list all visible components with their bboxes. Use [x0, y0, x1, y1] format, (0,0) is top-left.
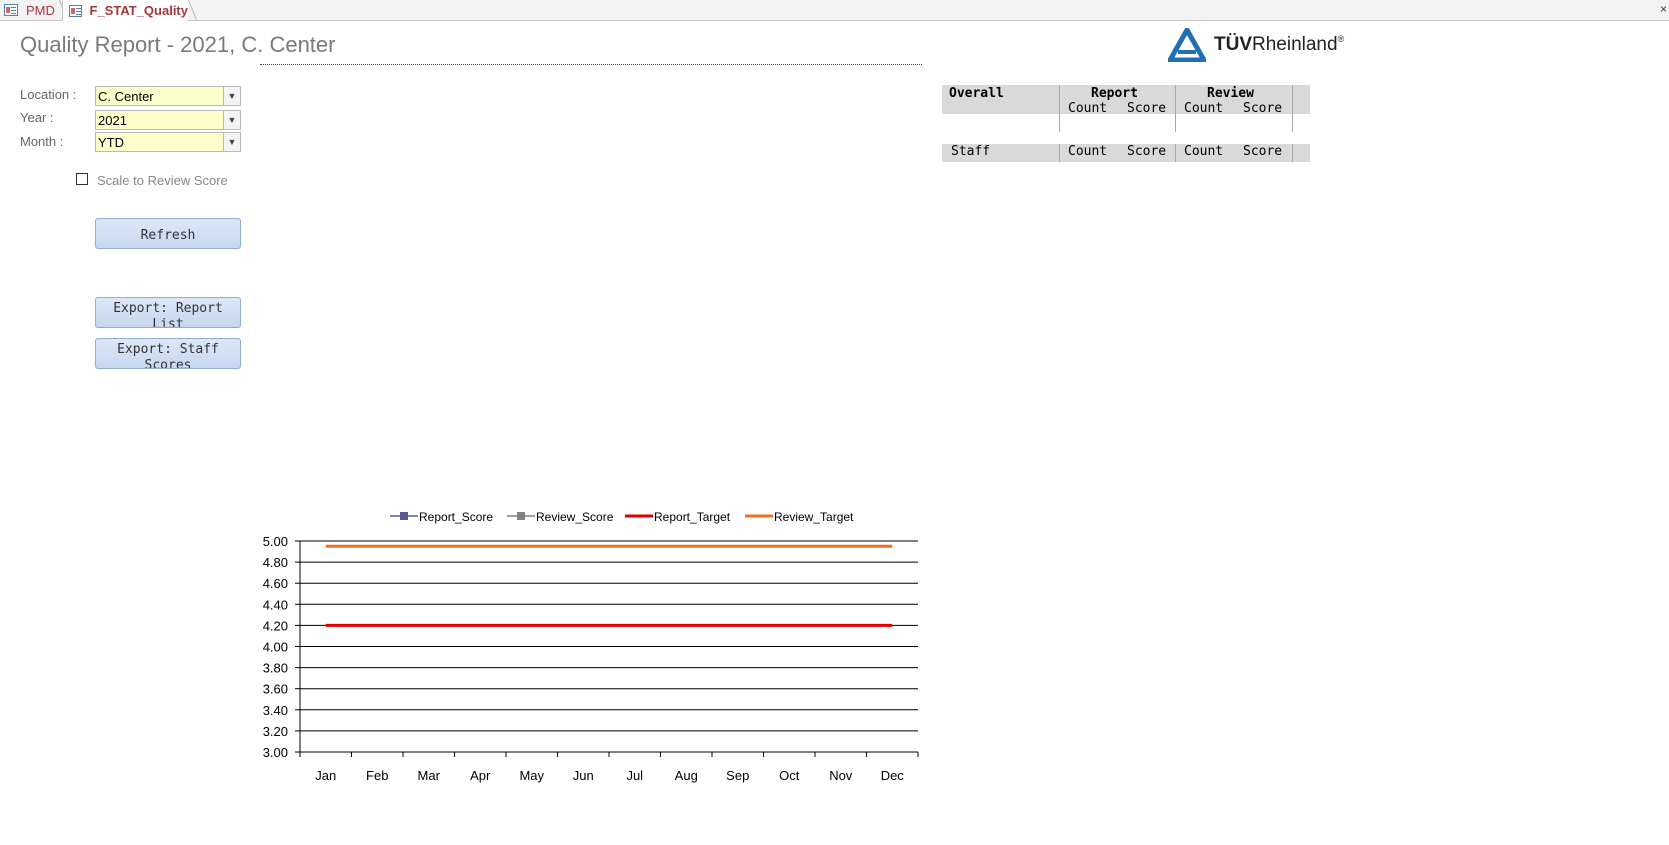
- staff-report-count-header: Count: [1068, 144, 1108, 159]
- location-label: Location :: [20, 87, 77, 102]
- year-value: 2021: [98, 112, 127, 128]
- month-value: YTD: [98, 134, 124, 150]
- y-tick-label: 4.00: [263, 640, 288, 655]
- export-report-list-button[interactable]: Export: Report List: [95, 297, 241, 328]
- logo-wordmark: TÜVRheinland®: [1214, 34, 1345, 55]
- chart-svg: 3.00 3.20 3.40 3.60 3.80 4.00 4.20 4.40 4.60 4.80…: [263, 510, 919, 783]
- y-tick-label: 4.20: [263, 618, 288, 633]
- staff-summary-table: Staff Count Score Count Score: [942, 144, 1310, 162]
- legend-label-review-score: Review_Score: [536, 510, 614, 524]
- scale-to-review-checkbox[interactable]: [76, 173, 88, 185]
- scale-to-review-label: Scale to Review Score: [97, 173, 228, 188]
- x-tick-label: Jun: [573, 768, 594, 783]
- chevron-down-icon[interactable]: ▼: [223, 133, 240, 151]
- report-count-header: Count: [1068, 101, 1108, 116]
- y-tick-label: 3.40: [263, 703, 288, 718]
- y-tick-label: 3.20: [263, 724, 288, 739]
- overall-summary-table: Overall Report Review Count Score Count …: [942, 85, 1310, 132]
- page-title: Quality Report - 2021, C. Center: [20, 32, 336, 57]
- export-staff-scores-button[interactable]: Export: Staff Scores: [95, 338, 241, 369]
- x-tick-label: Apr: [470, 768, 491, 783]
- y-tick-label: 3.00: [263, 745, 288, 760]
- overall-title: Overall: [949, 86, 1004, 101]
- x-tick-label: Dec: [881, 768, 905, 783]
- staff-review-score-header: Score: [1243, 144, 1283, 159]
- y-tick-label: 4.60: [263, 576, 288, 591]
- tuv-rheinland-logo: TÜVRheinland®: [1168, 27, 1344, 63]
- x-tick-label: Sep: [726, 768, 749, 783]
- report-header: Report: [1091, 86, 1138, 101]
- location-value: C. Center: [98, 88, 154, 104]
- tab-label: PMD: [26, 2, 55, 18]
- chevron-down-icon[interactable]: ▼: [223, 87, 240, 105]
- review-count-header: Count: [1184, 101, 1224, 116]
- y-tick-label: 3.60: [263, 682, 288, 697]
- legend-marker-review-score: [517, 512, 525, 520]
- y-tick-label: 3.80: [263, 661, 288, 676]
- x-tick-label: Jan: [315, 768, 336, 783]
- x-tick-label: Aug: [675, 768, 698, 783]
- title-divider: [260, 64, 922, 65]
- legend-marker-report-score: [400, 512, 408, 520]
- legend-label-report-score: Report_Score: [419, 510, 493, 524]
- x-tick-label: Jul: [626, 768, 643, 783]
- staff-report-score-header: Score: [1127, 144, 1167, 159]
- x-tick-label: Nov: [829, 768, 853, 783]
- refresh-button[interactable]: Refresh: [95, 218, 241, 249]
- staff-title: Staff: [951, 144, 991, 159]
- legend-label-review-target: Review_Target: [774, 510, 854, 524]
- month-combo[interactable]: YTD ▼: [95, 132, 241, 152]
- year-combo[interactable]: 2021 ▼: [95, 110, 241, 130]
- close-icon[interactable]: ×: [1660, 2, 1667, 16]
- staff-review-count-header: Count: [1184, 144, 1224, 159]
- document-tab-bar: PMD F_STAT_Quality ×: [0, 0, 1669, 21]
- x-tick-label: Oct: [779, 768, 800, 783]
- tab-f-stat-quality[interactable]: F_STAT_Quality: [62, 0, 188, 21]
- tuv-triangle-icon: [1168, 28, 1206, 62]
- review-score-header: Score: [1243, 101, 1283, 116]
- quality-score-chart: 3.00 3.20 3.40 3.60 3.80 4.00 4.20 4.40 4.60 4.80…: [245, 500, 935, 800]
- x-tick-label: Mar: [418, 768, 441, 783]
- year-label: Year :: [20, 110, 54, 125]
- y-tick-label: 4.80: [263, 555, 288, 570]
- x-tick-label: May: [519, 768, 544, 783]
- tab-pmd[interactable]: PMD: [0, 0, 60, 20]
- form-icon: [4, 4, 18, 16]
- review-header: Review: [1207, 86, 1254, 101]
- tab-label: F_STAT_Quality: [89, 3, 188, 18]
- y-tick-label: 4.40: [263, 597, 288, 612]
- legend-label-report-target: Report_Target: [654, 510, 731, 524]
- y-tick-label: 5.00: [263, 534, 288, 549]
- x-tick-label: Feb: [366, 768, 388, 783]
- location-combo[interactable]: C. Center ▼: [95, 86, 241, 106]
- report-score-header: Score: [1127, 101, 1167, 116]
- form-icon: [69, 4, 82, 17]
- month-label: Month :: [20, 134, 64, 149]
- chevron-down-icon[interactable]: ▼: [223, 111, 240, 129]
